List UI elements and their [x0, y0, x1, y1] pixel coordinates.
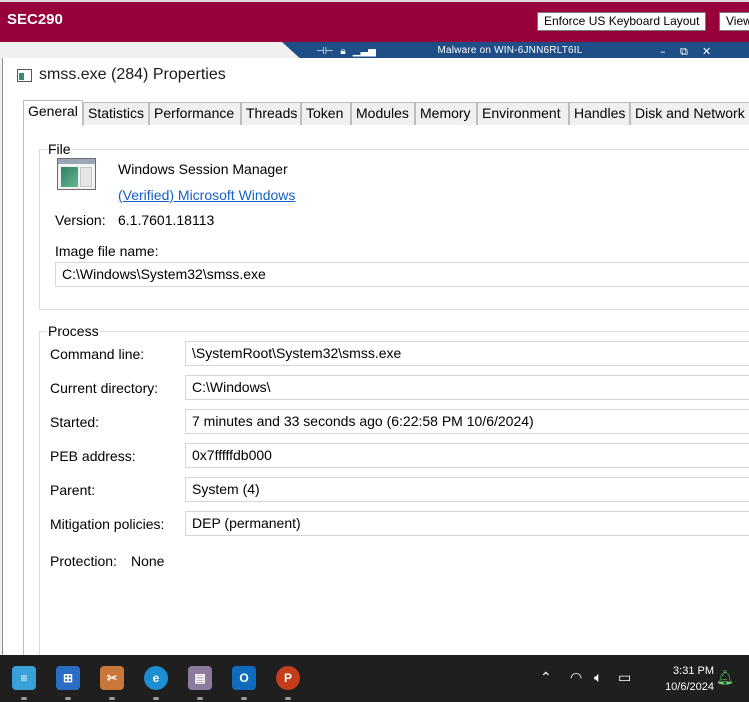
- wifi-icon[interactable]: ◠: [570, 670, 582, 686]
- tab-performance[interactable]: Performance: [149, 102, 241, 125]
- process-group-label: Process: [47, 323, 100, 339]
- file-icon[interactable]: ▤: [188, 666, 212, 690]
- current-directory-field[interactable]: C:\Windows\: [185, 375, 749, 400]
- clock[interactable]: 3:31 PM 10/6/2024: [644, 663, 714, 695]
- peb-address-label: PEB address:: [50, 448, 136, 464]
- window-icon: [17, 69, 32, 82]
- signal-icon: ▁▃▅: [352, 46, 376, 57]
- connection-title: Malware on WIN-6JNN6RLT6IL: [437, 45, 583, 56]
- clock-time: 3:31 PM: [673, 665, 714, 677]
- peb-address-field[interactable]: 0x7fffffdb000: [185, 443, 749, 468]
- tab-environment[interactable]: Environment: [477, 102, 569, 125]
- properties-window: smss.exe (284) Properties General Statis…: [2, 58, 749, 661]
- taskbar: ≡ ⊞ ✂ e ▤ O P ⌃ ◠ 🔈︎ ▭ 3:31 PM 10/6/2024…: [0, 655, 749, 702]
- protection-label: Protection:: [50, 553, 117, 569]
- command-line-field[interactable]: \SystemRoot\System32\smss.exe: [185, 341, 749, 366]
- lock-icon: 🔒︎: [340, 46, 346, 57]
- pin-icon[interactable]: ⊣⊢: [316, 45, 333, 59]
- speaker-icon[interactable]: 🔈︎: [594, 670, 602, 686]
- chevron-up-icon[interactable]: ⌃: [540, 670, 552, 686]
- application-icon: [57, 158, 96, 190]
- command-line-label: Command line:: [50, 346, 145, 362]
- powerpoint-icon[interactable]: P: [276, 666, 300, 690]
- tab-memory[interactable]: Memory: [415, 102, 477, 125]
- top-banner: SEC290 Enforce US Keyboard Layout View: [0, 0, 749, 42]
- image-file-name-field[interactable]: C:\Windows\System32\smss.exe: [55, 262, 749, 287]
- enforce-keyboard-button[interactable]: Enforce US Keyboard Layout: [537, 12, 706, 31]
- snipping-tool-icon[interactable]: ✂: [100, 666, 124, 690]
- store-icon[interactable]: ⊞: [56, 666, 80, 690]
- file-group-label: File: [47, 141, 72, 157]
- edge-icon[interactable]: e: [144, 666, 168, 690]
- current-directory-label: Current directory:: [50, 380, 159, 396]
- tab-disk-and-network[interactable]: Disk and Network: [630, 102, 749, 125]
- version-value: 6.1.7601.18113: [118, 212, 215, 228]
- tab-handles[interactable]: Handles: [569, 102, 630, 125]
- parent-label: Parent:: [50, 482, 96, 498]
- banner-title: SEC290: [7, 11, 63, 28]
- started-label: Started:: [50, 414, 100, 430]
- screen: SEC290 Enforce US Keyboard Layout View ⊣…: [0, 0, 749, 702]
- view-button[interactable]: View: [719, 12, 749, 31]
- window-title: smss.exe (284) Properties: [39, 66, 226, 83]
- started-field[interactable]: 7 minutes and 33 seconds ago (6:22:58 PM…: [185, 409, 749, 434]
- version-label: Version:: [55, 212, 106, 228]
- tab-general[interactable]: General: [23, 100, 83, 126]
- file-description: Windows Session Manager: [118, 161, 288, 177]
- clock-date: 10/6/2024: [665, 681, 714, 693]
- protection-value: None: [131, 553, 165, 569]
- general-tab-panel: File Windows Session Manager (Verified) …: [23, 125, 749, 661]
- image-file-name-label: Image file name:: [55, 243, 159, 259]
- mitigation-policies-field[interactable]: DEP (permanent): [185, 511, 749, 536]
- notification-bell-icon[interactable]: 🔔︎: [716, 670, 734, 686]
- tab-threads[interactable]: Threads: [241, 102, 301, 125]
- battery-icon[interactable]: ▭: [618, 670, 631, 686]
- verified-signer-link[interactable]: (Verified) Microsoft Windows: [118, 187, 295, 203]
- notepad-icon[interactable]: ≡: [12, 666, 36, 690]
- outlook-icon[interactable]: O: [232, 666, 256, 690]
- parent-field[interactable]: System (4): [185, 477, 749, 502]
- tab-strip: General Statistics Performance Threads T…: [23, 100, 749, 126]
- mitigation-policies-label: Mitigation policies:: [50, 516, 165, 532]
- tab-modules[interactable]: Modules: [351, 102, 415, 125]
- tab-token[interactable]: Token: [301, 102, 351, 125]
- tab-statistics[interactable]: Statistics: [83, 102, 149, 125]
